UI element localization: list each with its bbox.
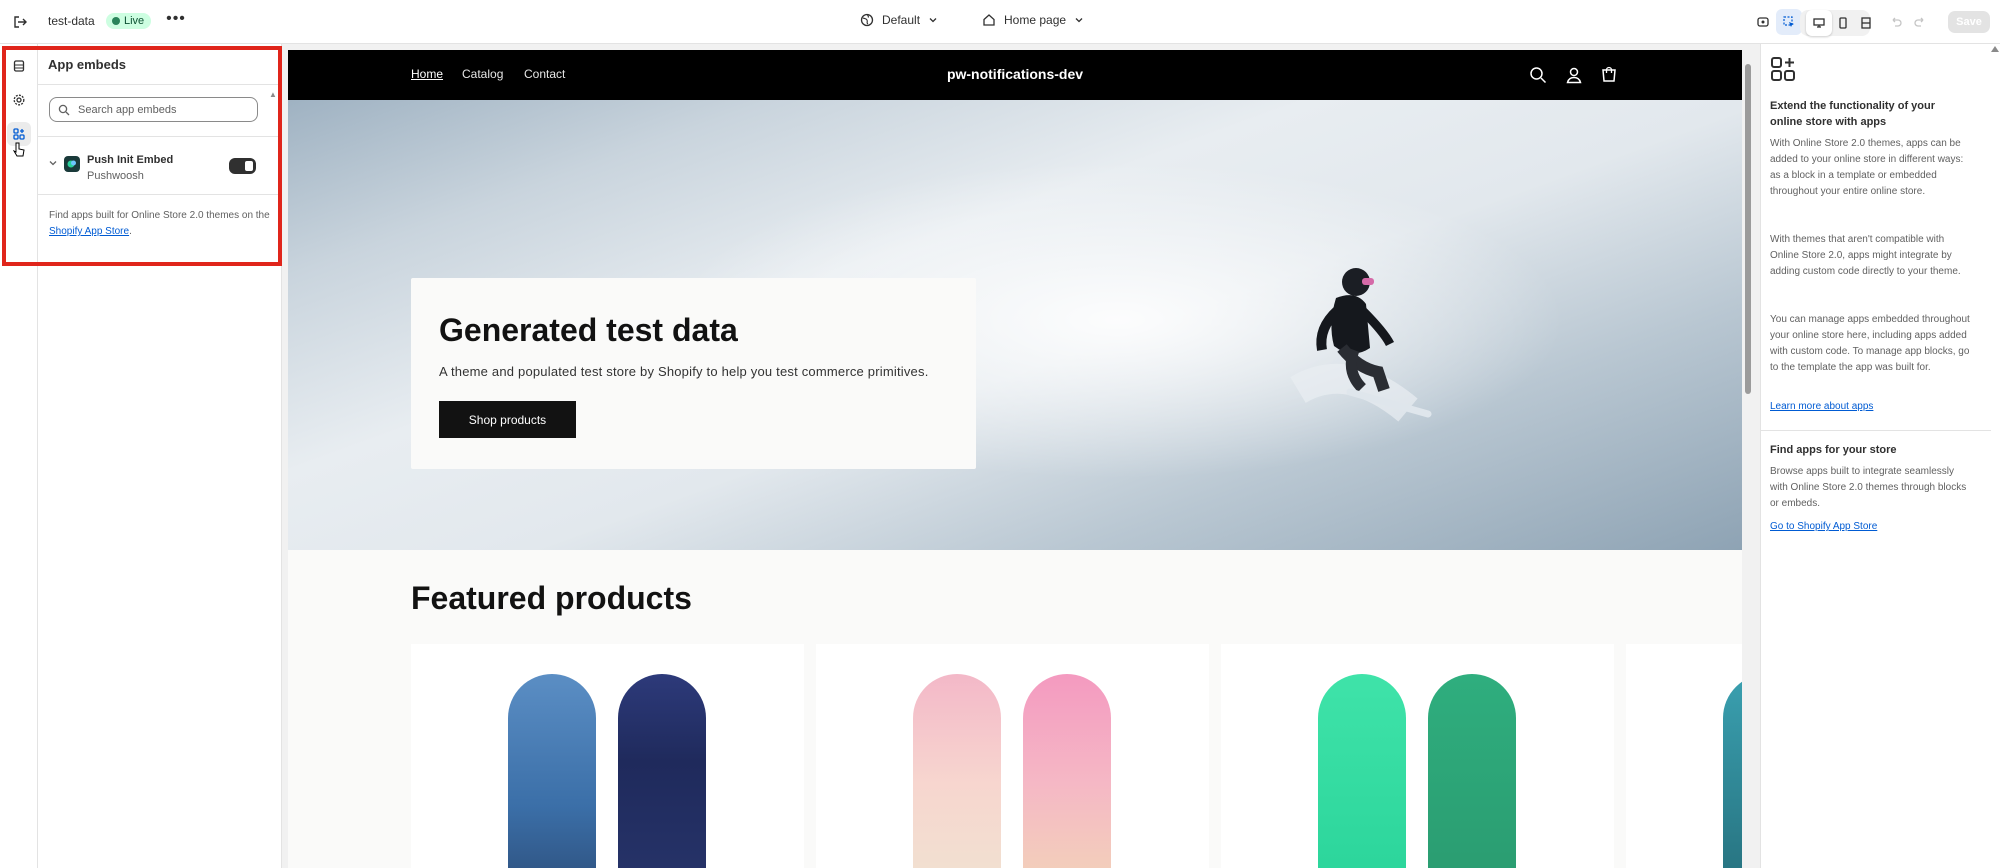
pushwoosh-app-icon (64, 156, 80, 172)
cart-icon[interactable] (1599, 65, 1619, 85)
info-heading: Extend the functionality of your online … (1770, 100, 1936, 128)
panel-footer-text: Find apps built for Online Store 2.0 the… (49, 208, 271, 240)
info-paragraph: Browse apps built to integrate seamlessl… (1770, 466, 1967, 509)
find-apps-heading: Find apps for your store (1770, 444, 1897, 456)
shop-products-button[interactable]: Shop products (439, 401, 576, 438)
info-paragraph: With Online Store 2.0 themes, apps can b… (1770, 138, 1964, 197)
product-image (508, 674, 596, 868)
theme-settings-gear-icon[interactable] (7, 88, 31, 112)
page-selector[interactable]: Home page (982, 13, 1084, 27)
store-preview: Home Catalog Contact pw-notifications-de… (288, 50, 1742, 868)
product-image (1023, 674, 1111, 868)
status-badge-label: Live (124, 15, 145, 27)
embed-provider: Pushwoosh (87, 170, 144, 182)
shopify-app-store-link[interactable]: Shopify App Store (49, 226, 129, 237)
apps-icon (1771, 57, 1795, 81)
undo-icon[interactable] (1883, 9, 1909, 35)
pointer-cursor-icon (12, 142, 25, 163)
search-app-embeds-field[interactable] (49, 97, 258, 122)
page-label: Home page (1004, 13, 1067, 27)
divider (1761, 430, 1991, 431)
chevron-down-icon[interactable] (48, 158, 58, 168)
search-icon[interactable] (1528, 65, 1548, 85)
featured-products-title: Featured products (411, 580, 692, 616)
info-paragraph: With themes that aren't compatible with … (1770, 234, 1961, 277)
desktop-view-icon[interactable] (1806, 10, 1832, 36)
product-image (913, 674, 1001, 868)
hero-banner: Generated test data A theme and populate… (288, 100, 1742, 550)
embed-name: Push Init Embed (87, 154, 174, 166)
app-info-panel: Extend the functionality of your online … (1760, 44, 2000, 868)
product-image (618, 674, 706, 868)
globe-icon (860, 13, 874, 27)
chevron-down-icon (1075, 18, 1083, 23)
scroll-up-arrow-icon[interactable]: ▲ (269, 90, 277, 99)
info-paragraph: You can manage apps embedded throughout … (1770, 314, 1970, 373)
search-input[interactable] (78, 103, 248, 116)
divider (38, 194, 282, 195)
fullscreen-view-icon[interactable] (1853, 10, 1879, 36)
product-image (1318, 674, 1406, 868)
product-image (1428, 674, 1516, 868)
learn-more-about-apps-link[interactable]: Learn more about apps (1770, 401, 1873, 412)
hero-content-card: Generated test data A theme and populate… (411, 278, 976, 469)
store-header: Home Catalog Contact pw-notifications-de… (288, 50, 1742, 100)
go-to-shopify-app-store-link[interactable]: Go to Shopify App Store (1770, 521, 1877, 532)
scroll-up-arrow-icon[interactable] (1991, 46, 1999, 52)
home-icon (983, 14, 995, 26)
product-image (1723, 674, 1742, 868)
app-embeds-panel: App embeds Push Init Embed Pushwoosh Fin… (38, 44, 282, 868)
preview-scrollbar[interactable] (1742, 50, 1754, 868)
toggle-knob (245, 161, 253, 171)
preview-icon[interactable] (1750, 9, 1776, 35)
more-actions-button[interactable]: ••• (166, 10, 186, 34)
panel-scrollbar[interactable] (1990, 44, 2000, 868)
app-embed-row[interactable]: Push Init Embed Pushwoosh (38, 148, 282, 188)
status-dot-icon (112, 17, 120, 25)
redo-icon[interactable] (1907, 9, 1933, 35)
product-card[interactable] (1626, 644, 1742, 868)
embed-enabled-toggle[interactable] (229, 158, 256, 174)
footer-end: . (129, 226, 132, 237)
hero-title: Generated test data (439, 312, 738, 348)
hero-subtitle: A theme and populated test store by Shop… (439, 364, 929, 379)
inspector-icon[interactable] (1776, 9, 1802, 35)
sidebar-rail (0, 44, 38, 868)
divider (38, 136, 282, 137)
snowboarder-image (1290, 268, 1432, 422)
sections-icon[interactable] (7, 54, 31, 78)
scrollbar-thumb[interactable] (1745, 64, 1751, 394)
save-button[interactable]: Save (1948, 11, 1990, 33)
theme-selector[interactable]: Default (860, 13, 938, 27)
panel-title: App embeds (48, 57, 127, 72)
chevron-down-icon (929, 18, 937, 23)
store-brand[interactable]: pw-notifications-dev (288, 66, 1742, 82)
status-badge: Live (106, 13, 152, 29)
exit-icon[interactable] (10, 12, 30, 32)
product-card[interactable] (1221, 644, 1614, 868)
product-card[interactable] (411, 644, 804, 868)
store-name: test-data (48, 14, 95, 28)
theme-label: Default (882, 13, 921, 27)
search-icon (58, 104, 70, 115)
account-icon[interactable] (1564, 65, 1584, 85)
divider (38, 84, 282, 85)
product-card[interactable] (816, 644, 1209, 868)
footer-text: Find apps built for Online Store 2.0 the… (49, 210, 270, 221)
editor-topbar: test-data Live ••• Default Home page Sav… (0, 0, 2000, 44)
